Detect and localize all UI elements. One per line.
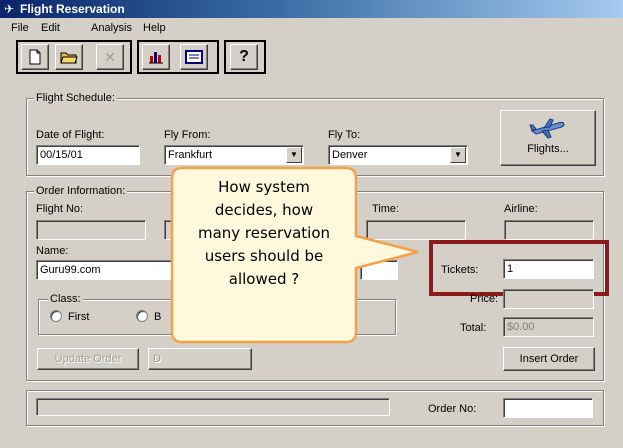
open-folder-icon[interactable] [55, 44, 83, 70]
flight-no-input[interactable] [36, 220, 146, 240]
total-label: Total: [460, 322, 487, 334]
delete-icon[interactable]: ✕ [96, 44, 124, 70]
graph-icon[interactable] [142, 44, 170, 70]
airplane-icon [529, 118, 565, 139]
fly-to-label: Fly To: [328, 129, 361, 141]
report-icon[interactable] [180, 44, 208, 70]
update-order-button[interactable]: Update Order [37, 348, 139, 370]
tickets-label: Tickets: [441, 264, 479, 276]
class-legend: Class: [48, 292, 83, 306]
order-no-label: Order No: [428, 403, 477, 415]
insert-order-button[interactable]: Insert Order [503, 347, 595, 371]
class-first-radio[interactable] [50, 310, 62, 322]
flight-reservation-window: Flight Reservation ✈ File Edit Analysis … [0, 0, 623, 448]
total-input[interactable]: $0.00 [503, 317, 594, 337]
flights-button-label: Flights... [527, 143, 569, 155]
window-title: Flight Reservation [20, 2, 125, 16]
callout-line-1: How system [218, 178, 310, 196]
price-label: Price: [470, 293, 499, 305]
chevron-down-icon[interactable]: ▼ [450, 147, 466, 163]
name-label: Name: [36, 245, 69, 257]
fly-from-label: Fly From: [164, 129, 211, 141]
callout-line-4: users should be [204, 247, 324, 265]
class-business-radio[interactable] [136, 310, 148, 322]
menu-help[interactable]: Help [140, 20, 169, 36]
help-icon[interactable]: ? [230, 44, 258, 70]
airline-input[interactable] [504, 220, 594, 240]
price-input[interactable] [503, 289, 594, 309]
order-information-legend: Order Information: [34, 184, 128, 198]
date-of-flight-input[interactable]: 00/15/01 [36, 145, 140, 165]
airline-label: Airline: [504, 203, 538, 215]
progress-bar [36, 398, 390, 416]
title-bar: Flight Reservation [0, 0, 623, 18]
toolbar: ✕ ? [0, 38, 623, 78]
date-of-flight-label: Date of Flight: [36, 129, 105, 141]
callout-line-5: allowed ? [228, 270, 300, 288]
callout-line-2: decides, how [214, 201, 314, 219]
flights-button[interactable]: Flights... [500, 110, 596, 166]
callout-line-3: many reservation [197, 224, 331, 242]
flight-schedule-legend: Flight Schedule: [34, 91, 117, 105]
order-no-input[interactable] [503, 398, 593, 418]
tickets-input[interactable]: 1 [503, 259, 594, 279]
menu-bar: File Edit Analysis Help [0, 18, 623, 38]
menu-file[interactable]: File [8, 20, 32, 36]
callout-text-block: How system decides, how many reservation… [174, 176, 354, 346]
flight-no-label: Flight No: [36, 203, 84, 215]
class-first-label: First [68, 311, 90, 323]
new-document-icon[interactable] [21, 44, 49, 70]
menu-edit[interactable]: Edit [38, 20, 63, 36]
airplane-icon: ✈ [4, 2, 15, 16]
menu-analysis[interactable]: Analysis [88, 20, 135, 36]
